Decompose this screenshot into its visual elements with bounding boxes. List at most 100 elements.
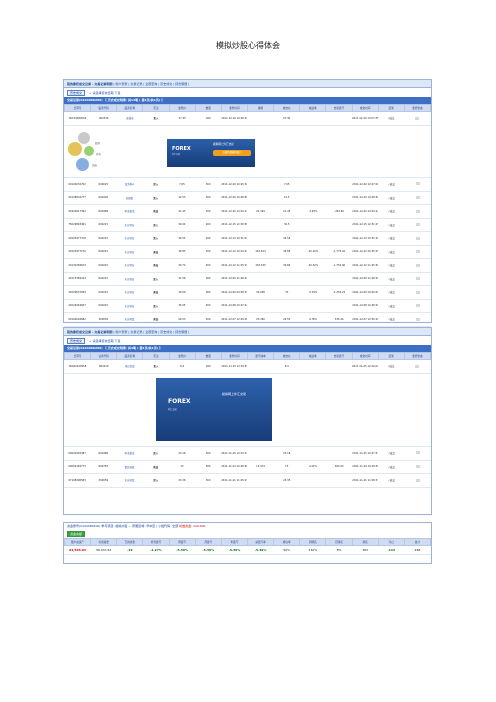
cell-result: √成交 bbox=[378, 446, 405, 461]
cell-time: 2011-12-20 10:25:32 bbox=[221, 177, 248, 192]
table-row: 00404917392 600489 中金黄金 卖出 21.45 300 2011-12-2… bbox=[64, 204, 431, 219]
column-header: 交易盈亏 bbox=[325, 104, 353, 112]
cell-id: 20113384413 bbox=[64, 272, 91, 286]
cell-dealtime: 2011-11-21 11:28:33 bbox=[352, 473, 379, 488]
cell-dealtime: 2011-12-08 10:48:26 bbox=[352, 299, 379, 313]
forex-banner-ad[interactable]: FOREX 外汇交易 模拟网上外汇交易 bbox=[156, 377, 272, 441]
column-header: 月排名 bbox=[325, 538, 353, 546]
cell-cancel bbox=[247, 473, 274, 488]
cell-name[interactable]: 东方钽业 bbox=[116, 258, 143, 273]
cell-pl bbox=[326, 191, 353, 205]
column-header: 周盈亏 bbox=[168, 538, 196, 546]
cell-name[interactable]: 东方财富 bbox=[116, 473, 143, 488]
cell-code: 600215 bbox=[90, 299, 117, 313]
forex-logo: FOREX bbox=[168, 397, 191, 405]
cell-dealtime: 2011-11-25 10:27:57 bbox=[352, 446, 379, 461]
cell-result: √成交 bbox=[378, 245, 405, 259]
table-row: 00002925387 600489 中金黄金 买入 23.18 300 2011-11-2… bbox=[64, 446, 431, 461]
column-header: 买卖 bbox=[142, 104, 170, 112]
cell-name[interactable]: 东方钽业 bbox=[116, 245, 143, 259]
cell-result: √成交 bbox=[378, 460, 405, 474]
cell-yield bbox=[299, 272, 327, 286]
cell-deal: 33 bbox=[273, 285, 300, 300]
cell-price: 12.53 bbox=[168, 191, 196, 205]
tab-balance[interactable]: 资金余额 bbox=[67, 531, 86, 537]
cell-cancel: 152.535 bbox=[247, 258, 274, 273]
cell-id: 00404917392 bbox=[64, 204, 91, 219]
cell-deal: 24.55 bbox=[273, 312, 300, 327]
cell-result: √成交 bbox=[378, 204, 405, 219]
column-header: 成交时间 bbox=[351, 104, 379, 112]
cell-cancel: 30.289 bbox=[247, 285, 274, 300]
column-header: 成交价 bbox=[273, 352, 301, 360]
cell-name[interactable]: 中金黄金 bbox=[116, 446, 143, 461]
summary-value: -1.27% bbox=[142, 545, 170, 555]
cell-yield bbox=[299, 177, 327, 192]
query-date-link[interactable]: + 请选择查询日期 下载 bbox=[89, 91, 120, 95]
cell-result: √成交 bbox=[378, 231, 405, 246]
table-row: 21003477270 600215 东方钽业 卖出 34.85 300 2011-12-1… bbox=[64, 245, 431, 259]
cell-name[interactable]: 东方钽业 bbox=[116, 272, 143, 286]
cell-code: 600215 bbox=[90, 218, 117, 232]
column-header: 数量 bbox=[194, 104, 222, 112]
trade-record-panel-2: 我的委托成交记录 - 交易记录明细 [ 用户登录 | 交易记录 | 全部查询 |… bbox=[63, 327, 432, 515]
cell-deal bbox=[273, 272, 300, 286]
cell-cancel bbox=[247, 177, 274, 192]
cell-yield: 4.22% bbox=[299, 460, 327, 474]
cell-price: 34.55 bbox=[168, 231, 196, 246]
column-header: 合同号 bbox=[63, 104, 92, 112]
query-date-link[interactable]: + 请选择查询日期 下载 bbox=[89, 339, 120, 343]
ad-area: 盈利 持有 卖出 FOREX 外汇交易 模拟网上外汇交易 注册免费模拟账户 bbox=[64, 126, 431, 178]
cell-yield bbox=[299, 191, 327, 205]
cell-qty: 500 bbox=[195, 460, 222, 474]
status-tag bbox=[415, 317, 420, 321]
forex-banner-ad[interactable]: FOREX 外汇交易 模拟网上外汇交易 注册免费模拟账户 bbox=[167, 138, 255, 167]
history-button[interactable]: 历史成交 bbox=[67, 89, 86, 96]
panel-header-links[interactable]: [ 用户登录 | 交易记录 | 全部查询 | 历史成交 | 持仓明细 ] bbox=[113, 330, 189, 334]
cell-dealtime: 2011-12-13 10:31:30 bbox=[352, 231, 379, 246]
cell-time: 2011-12-13 10:31:07 bbox=[221, 231, 248, 246]
history-button[interactable]: 历史成交 bbox=[67, 337, 86, 344]
column-header: 收益率 bbox=[299, 104, 327, 112]
status-tag bbox=[415, 196, 420, 199]
column-header: 委托价 bbox=[168, 352, 196, 360]
cell-id: 00104094682 bbox=[64, 312, 91, 327]
cell-deal bbox=[273, 299, 300, 313]
cell-time: 2011-12-12 10:34:27 bbox=[221, 245, 248, 259]
column-header: 证券代码 bbox=[90, 352, 118, 360]
cell-time: 2011-12-09 09:58:33 bbox=[221, 285, 248, 300]
cell-name[interactable]: 东方财富 bbox=[116, 312, 143, 327]
cell-qty: 300 bbox=[195, 245, 222, 259]
cell-cancel: 23.390 bbox=[247, 312, 274, 327]
cell-name[interactable]: 鲁信创投 bbox=[116, 460, 143, 474]
table-row: 00108934777 000402 金融街 买入 12.53 300 2011-12-20… bbox=[64, 191, 431, 205]
panel-header-links[interactable]: [ 用户登录 | 交易记录 | 全部查询 | 历史成交 | 持仓明细 ] bbox=[113, 82, 189, 86]
records-table-rest: 00002925387 600489 中金黄金 买入 23.18 300 2011-11-2… bbox=[64, 446, 431, 488]
cell-name[interactable]: 东方钽业 bbox=[116, 299, 143, 313]
table-row: 00002384773 600783 鲁信创投 卖出 13 500 2011-11-24 1… bbox=[64, 460, 431, 474]
cell-time: 2011-11-24 10:28:36 bbox=[221, 460, 248, 474]
cell-name[interactable]: 金融街 bbox=[116, 191, 143, 205]
cell-qty: 200 bbox=[195, 218, 222, 232]
register-button[interactable]: 注册免费模拟账户 bbox=[213, 149, 251, 156]
cell-name[interactable]: 东方钽业 bbox=[116, 218, 143, 232]
table-row: 20132384613 600215 东方钽业 卖出 30.72 300 2011-12-1… bbox=[64, 258, 431, 273]
column-header: 交易盈亏 bbox=[325, 352, 353, 360]
cell-dealtime: 2011-12-20 10:28:36 bbox=[352, 191, 379, 205]
cell-yield: -3.93% bbox=[299, 204, 327, 219]
cell-name[interactable]: 深万科A bbox=[116, 177, 143, 192]
cell-deal: 7.05 bbox=[273, 177, 300, 192]
bubble-graphic: 盈利 持有 卖出 bbox=[68, 131, 106, 172]
cell-result: √成交 bbox=[378, 272, 405, 286]
table-row: 22029444657 600215 东方钽业 买入 34.55 300 2011-12-0… bbox=[64, 299, 431, 313]
panel-controls: 历史成交 + 请选择查询日期 下载 bbox=[64, 88, 431, 97]
cell-id: 75029893461 bbox=[64, 218, 91, 232]
cell-cancel bbox=[247, 218, 274, 232]
cell-yield bbox=[299, 218, 327, 232]
summary-value: -5.39% bbox=[195, 545, 222, 555]
cell-name[interactable]: 中金黄金 bbox=[116, 204, 143, 219]
summary-value: -5.39% bbox=[169, 545, 196, 555]
cell-name[interactable]: 东方钽业 bbox=[116, 231, 143, 246]
cell-name[interactable]: 东方钽业 bbox=[116, 285, 143, 300]
cell-pl: -1,353.23 bbox=[326, 285, 353, 300]
